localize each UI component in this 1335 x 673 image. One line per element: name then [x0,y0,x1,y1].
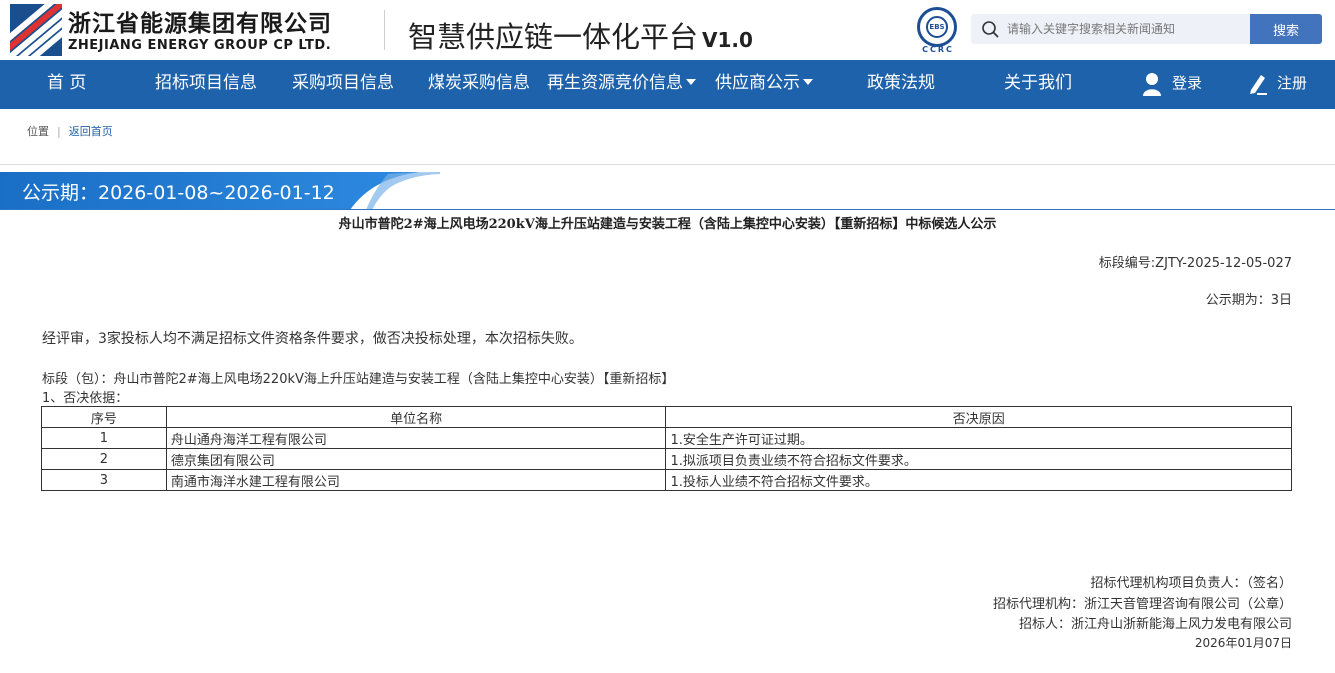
search-button[interactable]: 搜索 [1250,14,1322,44]
notice-title: 舟山市普陀2#海上风电场220kV海上升压站建造与安装工程（含陆上集控中心安装）… [338,217,997,232]
nav-item-coal-procurement[interactable]: 煤炭采购信息 [428,60,530,109]
lot-description: 标段（包）：舟山市普陀2#海上风电场220kV海上升压站建造与安装工程（含陆上集… [42,372,675,387]
period-underline [0,209,1335,210]
breadcrumb-separator: | [57,125,61,138]
breadcrumb: 位置 | 返回首页 [27,123,113,139]
nav-item-recycling-bidding[interactable]: 再生资源竞价信息 [547,60,696,109]
rejection-reason: 1.投标人业绩不符合招标文件要求。 [665,469,1292,491]
section-code: 标段编号:ZJTY-2025-12-05-027 [1098,256,1292,271]
header-divider [384,10,385,50]
ccrc-label: CCRC [922,45,954,54]
register-button[interactable]: 注册 [1247,60,1317,109]
company-name-en: ZHEJIANG ENERGY GROUP CP LTD. [68,38,332,53]
table-row: 3 南通市海洋水建工程有限公司 1.投标人业绩不符合招标文件要求。 [41,469,1292,491]
company-logo[interactable]: 浙江省能源集团有限公司 ZHEJIANG ENERGY GROUP CP LTD… [10,4,360,56]
search-icon [982,21,999,38]
row-number: 1 [41,427,167,449]
table-row: 1 舟山通舟海洋工程有限公司 1.安全生产许可证过期。 [41,427,1292,449]
rejection-basis-heading: 1、否决依据： [42,391,129,406]
announcement-duration: 公示期为：3日 [1205,293,1292,308]
breadcrumb-divider [0,164,1335,165]
period-banner: 公示期：2026-01-08~2026-01-12 [0,172,440,210]
column-header-company: 单位名称 [165,406,667,428]
site-header: 浙江省能源集团有限公司 ZHEJIANG ENERGY GROUP CP LTD… [0,0,1335,60]
company-name: 德京集团有限公司 [165,448,667,470]
chevron-down-icon [686,78,696,85]
tenderer-line: 招标人：浙江舟山浙新能海上风力发电有限公司 [1018,617,1292,632]
platform-title-text: 智慧供应链一体化平台 [408,20,699,54]
company-name: 舟山通舟海洋工程有限公司 [165,427,667,449]
nav-item-tender-projects[interactable]: 招标项目信息 [155,60,257,109]
search-box [971,14,1250,44]
nav-item-recycling-bidding-label: 再生资源竞价信息 [547,73,683,93]
agent-organization-line: 招标代理机构：浙江天音管理咨询有限公司（公章） [992,597,1292,612]
login-button[interactable]: 登录 [1142,60,1212,109]
evaluation-summary: 经评审，3家投标人均不满足招标文件资格条件要求，做否决投标处理，本次招标失败。 [42,331,583,347]
login-label: 登录 [1172,74,1203,92]
ebs-certification-icon: EBS [917,7,957,47]
notice-date: 2026年01月07日 [1194,636,1292,650]
nav-item-procurement-projects[interactable]: 采购项目信息 [292,60,394,109]
nav-item-home[interactable]: 首 页 [47,60,86,109]
table-header-row: 序号 单位名称 否决原因 [41,406,1292,428]
user-icon [1143,73,1161,96]
edit-pen-icon [1250,75,1267,95]
row-number: 2 [41,448,167,470]
chevron-down-icon [803,78,813,85]
register-label: 注册 [1277,74,1308,92]
table-row: 2 德京集团有限公司 1.拟派项目负责业绩不符合招标文件要求。 [41,448,1292,470]
column-header-reason: 否决原因 [665,406,1292,428]
rejection-reason: 1.安全生产许可证过期。 [665,427,1292,449]
search-input[interactable] [1007,14,1243,44]
main-nav: 首 页 招标项目信息 采购项目信息 煤炭采购信息 再生资源竞价信息 供应商公示 … [0,60,1335,109]
agent-signature-line: 招标代理机构项目负责人：（签名） [1090,576,1292,591]
platform-version: V1.0 [702,28,753,52]
rejection-reason: 1.拟派项目负责业绩不符合招标文件要求。 [665,448,1292,470]
announcement-period: 公示期：2026-01-08~2026-01-12 [22,182,335,204]
company-name-cn: 浙江省能源集团有限公司 [68,11,332,37]
breadcrumb-location: 位置 [27,125,49,138]
nav-item-policies[interactable]: 政策法规 [867,60,935,109]
nav-item-supplier-notice[interactable]: 供应商公示 [715,60,813,109]
ebs-badge-text: EBS [926,16,948,38]
back-home-link[interactable]: 返回首页 [69,125,113,138]
rejection-table: 序号 单位名称 否决原因 1 舟山通舟海洋工程有限公司 1.安全生产许可证过期。… [41,406,1292,491]
platform-title: 智慧供应链一体化平台 V1.0 [408,14,753,56]
row-number: 3 [41,469,167,491]
company-name: 南通市海洋水建工程有限公司 [165,469,667,491]
column-header-no: 序号 [41,406,167,428]
logo-mark [10,4,62,56]
nav-item-about-us[interactable]: 关于我们 [1004,60,1072,109]
nav-item-supplier-notice-label: 供应商公示 [715,73,800,93]
